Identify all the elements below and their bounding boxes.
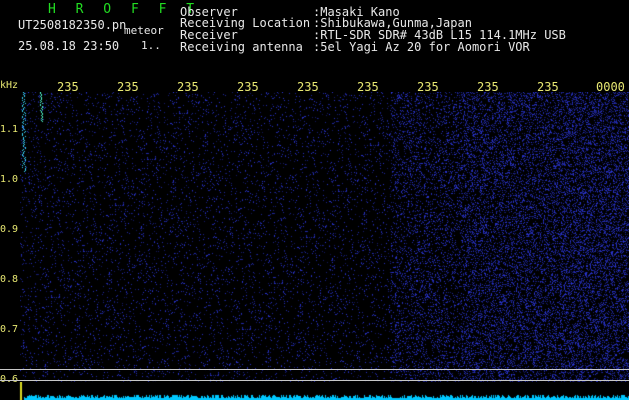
mode-label: meteor [124, 24, 164, 37]
unit-label: kHz [0, 80, 19, 91]
header-panel: H R O F F T UT2508182350.pn meteor 25.08… [0, 0, 629, 80]
y-tick: 0.8 [0, 274, 19, 285]
reference-line [0, 380, 629, 381]
y-tick: 0.9 [0, 224, 19, 235]
filename: UT2508182350.pn [18, 18, 127, 32]
level-trace [0, 382, 629, 400]
reference-line [0, 369, 629, 370]
y-tick: 1.1 [0, 124, 19, 135]
y-tick: 0.7 [0, 324, 19, 335]
status-text: 1.. [141, 39, 161, 52]
spectrogram [20, 92, 629, 400]
antenna-value: :5el Yagi Az 20 for Aomori VOR [313, 40, 530, 54]
app-title: H R O F F T [48, 2, 201, 17]
antenna-label: Receiving antenna [180, 40, 303, 54]
y-tick: 1.0 [0, 174, 19, 185]
datetime: 25.08.18 23:50 [18, 39, 120, 53]
